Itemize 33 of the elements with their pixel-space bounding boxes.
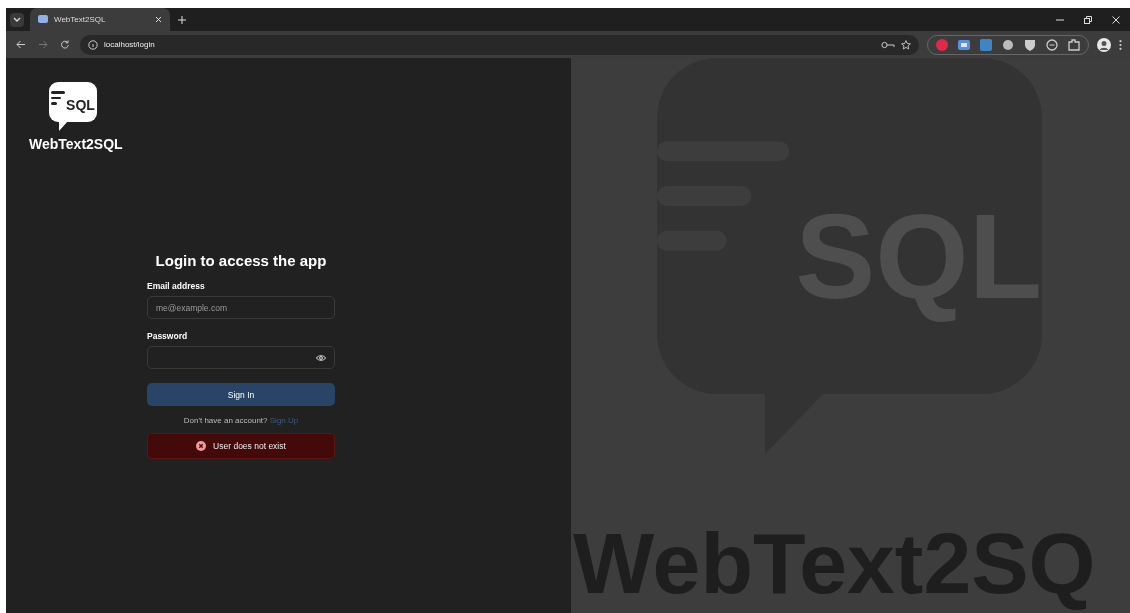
new-tab-icon[interactable] <box>178 15 186 24</box>
url-text: localhost/login <box>104 40 155 49</box>
field-label: Password <box>147 331 189 341</box>
close-tab-icon[interactable] <box>155 16 162 23</box>
app-name: WebText2SQL <box>29 136 123 152</box>
logo-text: SQL <box>66 97 95 113</box>
screen-icon[interactable] <box>958 38 970 51</box>
back-icon[interactable] <box>14 40 28 49</box>
minus-circle-icon[interactable] <box>1046 38 1058 51</box>
key-icon[interactable] <box>881 40 895 49</box>
reload-icon[interactable] <box>58 40 72 49</box>
eye-icon[interactable] <box>316 353 326 362</box>
error-message: User does not exist <box>213 441 286 451</box>
tab-search-button[interactable] <box>10 12 24 27</box>
forward-icon[interactable] <box>36 40 50 49</box>
ball-icon[interactable] <box>1002 38 1014 51</box>
info-icon <box>88 39 98 50</box>
square-icon[interactable] <box>980 38 992 51</box>
email-field[interactable]: me@example.com <box>147 296 335 319</box>
form-heading: Login to access the app <box>154 252 328 269</box>
signup-prompt: Don't have an account? <box>183 416 268 425</box>
sign-in-button[interactable]: Sign In <box>147 383 335 406</box>
star-icon[interactable] <box>901 39 911 50</box>
browser-tab[interactable]: WebText2SQL <box>30 8 170 31</box>
tab-title: WebText2SQL <box>54 15 107 24</box>
avatar-icon[interactable] <box>1097 37 1111 52</box>
password-field[interactable] <box>147 346 335 369</box>
address-bar[interactable]: localhost/login <box>80 34 919 55</box>
shield-icon[interactable] <box>1024 38 1036 51</box>
error-icon <box>196 441 207 451</box>
field-label: Email address <box>147 281 206 291</box>
chevron-icon <box>13 16 21 23</box>
menu-icon[interactable] <box>1119 39 1122 50</box>
